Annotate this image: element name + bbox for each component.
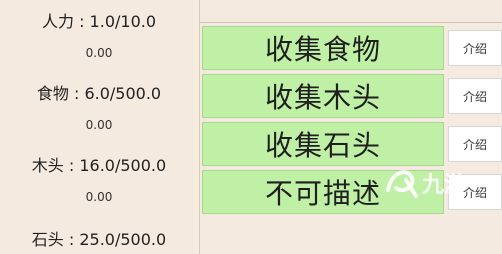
resource-stone: 石头 : 25.0/500.0 [31, 230, 167, 249]
resource-food: 食物 : 6.0/500.0 [36, 84, 162, 103]
collect-stone-info-button[interactable]: 介绍 [448, 126, 502, 162]
collect-food-info-button[interactable]: 介绍 [448, 30, 502, 66]
resource-food-rate: 0.00 [85, 118, 113, 132]
resource-wood: 木头 : 16.0/500.0 [31, 156, 167, 175]
resource-wood-rate: 0.00 [85, 190, 113, 204]
action-row: 收集木头 介绍 [200, 74, 502, 118]
top-strip [200, 0, 502, 23]
action-panel: 收集食物 介绍 收集木头 介绍 收集石头 介绍 不可描述 介绍 [200, 0, 502, 254]
action-row: 收集食物 介绍 [200, 26, 502, 70]
resource-panel: 人力 : 1.0/10.0 0.00 食物 : 6.0/500.0 0.00 木… [0, 0, 198, 254]
collect-wood-info-button[interactable]: 介绍 [448, 78, 502, 114]
watermark-text: 九游 [421, 172, 466, 198]
resource-manpower-rate: 0.00 [85, 46, 113, 60]
collect-food-button[interactable]: 收集食物 [202, 26, 444, 70]
watermark-logo: 九游 [382, 160, 472, 204]
nineyou-logo-icon: 九游 [386, 170, 466, 198]
resource-manpower: 人力 : 1.0/10.0 [41, 12, 157, 31]
collect-wood-button[interactable]: 收集木头 [202, 74, 444, 118]
